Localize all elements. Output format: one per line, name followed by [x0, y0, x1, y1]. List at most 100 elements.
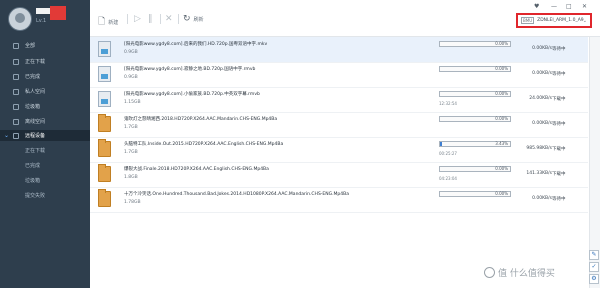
file-size: 1.15GB [124, 100, 141, 105]
sidebar-item-label: 已完成 [25, 74, 41, 80]
delete-icon: ✕ [165, 14, 173, 24]
minimize-icon[interactable]: — [551, 3, 557, 10]
file-size: 0.9GB [124, 50, 138, 55]
favorite-icon[interactable]: ♥ [534, 3, 539, 10]
new-task-icon: 🗋 [98, 17, 106, 27]
device-icon [13, 132, 19, 139]
folder-icon [98, 164, 111, 182]
download-row[interactable]: 爆裂大战.Finale.2018.HD720P.X264.AAC.English… [90, 162, 588, 188]
time-remaining: 12:32:54 [439, 101, 457, 106]
file-size: 1.78GB [124, 200, 141, 205]
sidebar-item-label: 垃圾箱 [25, 104, 41, 110]
list-icon [13, 42, 19, 49]
task-status: 下载中 [552, 147, 566, 152]
watermark-text: 值 什么值得买 [498, 269, 555, 279]
watermark-logo-icon [484, 267, 495, 278]
sidebar-item-downloading[interactable]: 正在下载 [0, 56, 90, 67]
refresh-icon: ↻ [183, 14, 191, 24]
download-speed: 0.00KB/s [532, 196, 552, 201]
device-selector[interactable]: BMU ZDNLEI_ARM_1.0_A9 ⌄ [516, 13, 592, 28]
download-list: [阳光电影www.ygdy8.com].后来的我们.HD.720p.国粤双语中字… [90, 37, 588, 288]
progress-fill [440, 142, 443, 146]
sidebar-item-all[interactable]: 全部 [0, 40, 90, 51]
download-row[interactable]: 头脑特工队.Inside.Out.2015.HD720P.X264.AAC.En… [90, 137, 588, 163]
play-icon: ▷ [134, 14, 141, 24]
redaction-mark [50, 6, 66, 20]
download-speed: 0.00KB/s [532, 121, 552, 126]
file-size: 1.7GB [124, 150, 138, 155]
file-size: 1.7GB [124, 125, 138, 130]
download-icon [13, 58, 19, 65]
sidebar-item-private[interactable]: 私人空间 [0, 86, 90, 97]
check-icon[interactable]: ✓ [589, 262, 599, 272]
sidebar-subitem-failed[interactable]: 提交失败 [0, 190, 90, 201]
device-tag: BMU [521, 17, 535, 24]
sidebar-item-remote-device[interactable]: ⌄ 远程设备 [0, 130, 90, 141]
edit-icon[interactable]: ✎ [589, 250, 599, 260]
file-size: 0.9GB [124, 75, 138, 80]
download-row[interactable]: 鬼吹灯之怒晴湘西.2018.HD720P.X264.AAC.Mandarin.C… [90, 112, 588, 138]
user-profile[interactable]: Lv.1 [0, 0, 90, 36]
sidebar-item-label: 离线空间 [25, 119, 46, 125]
user-level: Lv.1 [36, 18, 47, 24]
sidebar-item-label: 正在下载 [25, 148, 46, 154]
download-speed: 0.00KB/s [532, 71, 552, 76]
new-task-button[interactable]: 🗋 新建 [98, 14, 118, 30]
trash-icon [13, 103, 19, 110]
sidebar-item-label: 提交失败 [25, 193, 46, 199]
download-speed: 985.98KB/s [526, 146, 552, 151]
folder-icon [98, 139, 111, 157]
sidebar-item-label: 正在下载 [25, 59, 46, 65]
toolbar-divider [127, 14, 128, 24]
close-icon[interactable]: ✕ [582, 3, 587, 10]
folder-icon [98, 189, 111, 207]
time-remaining: 04:23:04 [439, 176, 457, 181]
avatar[interactable] [8, 7, 32, 31]
delete-button[interactable]: ✕ [165, 14, 176, 24]
sidebar-item-label: 全部 [25, 43, 36, 49]
lock-icon [13, 88, 19, 95]
download-speed: 0.00KB/s [532, 46, 552, 51]
task-status: 下载中 [552, 172, 566, 177]
toolbar-divider [178, 14, 179, 24]
check-icon [13, 73, 19, 80]
sidebar-subitem-downloading[interactable]: 正在下载 [0, 145, 90, 156]
pause-button[interactable]: ‖ [148, 14, 156, 24]
sidebar-item-label: 私人空间 [25, 89, 46, 95]
task-status: 等待中 [552, 197, 566, 202]
task-status: 等待中 [552, 47, 566, 52]
download-row[interactable]: 十万个冷笑话.One.Hundred.Thousand.Bad.Jokes.20… [90, 187, 588, 213]
chevron-down-icon: ⌄ [582, 18, 587, 24]
download-row[interactable]: [阳光电影www.ygdy8.com].寂静之地.BD.720p.国语中字.rm… [90, 62, 588, 88]
sidebar-item-offline[interactable]: 离线空间 [0, 116, 90, 127]
task-status: 等待中 [552, 122, 566, 127]
video-file-icon [98, 91, 111, 107]
task-status: 等待中 [552, 72, 566, 77]
new-task-label: 新建 [108, 19, 119, 26]
settings-icon[interactable]: ⚙ [589, 274, 599, 284]
pause-icon: ‖ [148, 14, 153, 24]
download-speed: 24.00KB/s [529, 96, 552, 101]
sidebar-item-label: 远程设备 [25, 133, 46, 139]
file-size: 1.8GB [124, 175, 138, 180]
folder-icon [98, 114, 111, 132]
start-button[interactable]: ▷ [134, 14, 144, 24]
maximize-icon[interactable]: □ [566, 3, 572, 10]
sidebar-subitem-trash[interactable]: 垃圾箱 [0, 175, 90, 186]
cloud-icon [13, 118, 19, 125]
refresh-label: 刷新 [193, 16, 204, 23]
sidebar-item-trash[interactable]: 垃圾箱 [0, 101, 90, 112]
sidebar-item-label: 垃圾箱 [25, 178, 41, 184]
download-row[interactable]: [阳光电影www.ygdy8.com].小偷家族.BD.720p.中英双字幕.r… [90, 87, 588, 113]
toolbar-divider [160, 14, 161, 24]
video-file-icon [98, 66, 111, 82]
chevron-down-icon: ⌄ [4, 132, 10, 139]
refresh-button[interactable]: ↻ 刷新 [183, 14, 204, 24]
download-row[interactable]: [阳光电影www.ygdy8.com].后来的我们.HD.720p.国粤双语中字… [90, 37, 588, 63]
sidebar: Lv.1 全部 正在下载 已完成 私人空间 垃圾箱 离线空间 ⌄ 远程设备 正在… [0, 0, 90, 288]
download-speed: 141.33KB/s [526, 171, 552, 176]
watermark: 值 什么值得买 [484, 266, 555, 279]
time-remaining: 00:25:27 [439, 151, 457, 156]
sidebar-item-completed[interactable]: 已完成 [0, 71, 90, 82]
sidebar-subitem-completed[interactable]: 已完成 [0, 160, 90, 171]
